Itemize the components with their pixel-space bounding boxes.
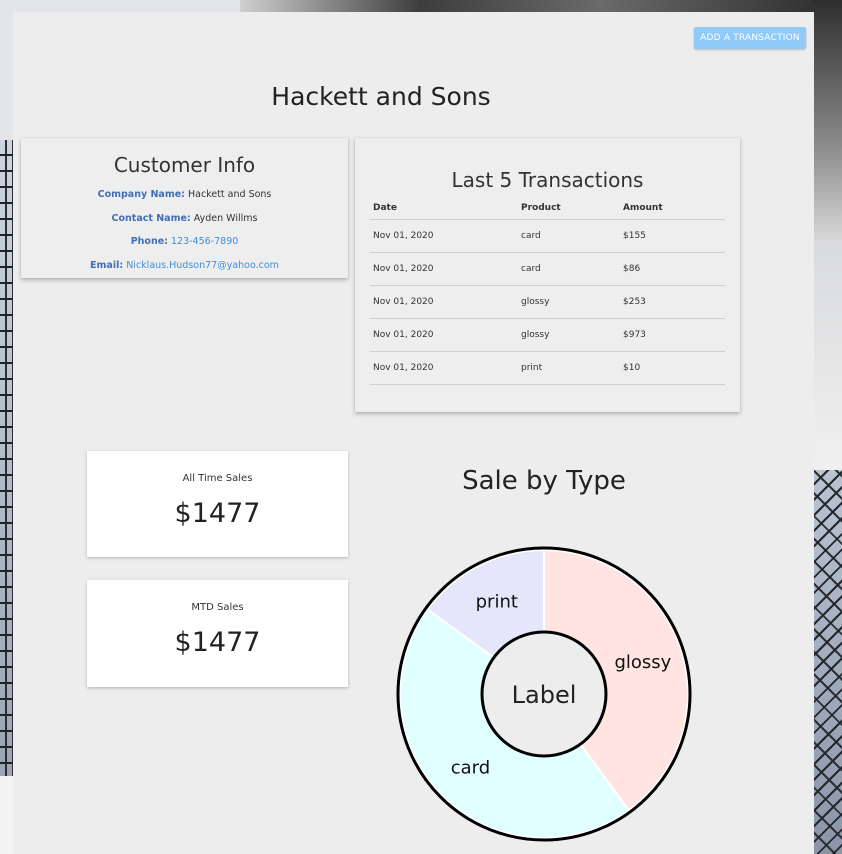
cell-product: glossy xyxy=(518,318,620,352)
email-label: Email: xyxy=(90,259,124,271)
cell-product: card xyxy=(518,252,620,286)
column-header-product: Product xyxy=(518,203,620,220)
mtd-sales-title: MTD Sales xyxy=(191,602,244,613)
email-row: Email: Nicklaus.Hudson77@yahoo.com xyxy=(21,254,348,278)
bg-building-left xyxy=(0,140,14,776)
transactions-heading: Last 5 Transactions xyxy=(451,168,644,192)
cell-amount: $253 xyxy=(620,285,725,319)
table-row: Nov 01, 2020 card $155 xyxy=(370,219,725,253)
cell-date: Nov 01, 2020 xyxy=(370,285,518,319)
slice-label-print: print xyxy=(476,591,518,612)
bg-left-bottom xyxy=(0,776,14,854)
cell-product: card xyxy=(518,219,620,253)
company-name-row: Company Name: Hackett and Sons xyxy=(21,183,348,207)
cell-product: print xyxy=(518,351,620,385)
column-header-amount: Amount xyxy=(620,203,725,220)
cell-date: Nov 01, 2020 xyxy=(370,219,518,253)
customer-info-card: Customer Info Company Name: Hackett and … xyxy=(21,138,348,278)
phone-row: Phone: 123-456-7890 xyxy=(21,230,348,254)
bg-building-right-top xyxy=(812,0,842,240)
table-row: Nov 01, 2020 glossy $973 xyxy=(370,318,725,352)
cell-date: Nov 01, 2020 xyxy=(370,318,518,352)
contact-name-row: Contact Name: Ayden Willms xyxy=(21,207,348,231)
cell-amount: $155 xyxy=(620,219,725,253)
chart-center-label: Label xyxy=(512,681,577,709)
transactions-card: Last 5 Transactions Date Product Amount … xyxy=(355,138,740,412)
all-time-sales-title: All Time Sales xyxy=(182,473,253,484)
sales-by-type-donut-chart: glossy card print Label xyxy=(396,546,692,842)
customer-info-heading: Customer Info xyxy=(113,153,256,177)
cell-date: Nov 01, 2020 xyxy=(370,351,518,385)
chart-title: Sale by Type xyxy=(462,466,626,496)
page-title: Hackett and Sons xyxy=(271,82,491,111)
mtd-sales-card: MTD Sales $1477 xyxy=(87,580,348,687)
mtd-sales-value: $1477 xyxy=(174,627,261,658)
table-row: Nov 01, 2020 print $10 xyxy=(370,351,725,385)
transactions-table: Date Product Amount Nov 01, 2020 card $1… xyxy=(370,203,725,385)
company-name-label: Company Name: xyxy=(97,189,185,200)
table-row: Nov 01, 2020 glossy $253 xyxy=(370,285,725,319)
column-header-date: Date xyxy=(370,203,518,220)
company-name-value: Hackett and Sons xyxy=(188,189,272,200)
cell-amount: $10 xyxy=(620,351,725,385)
table-header-row: Date Product Amount xyxy=(370,203,725,220)
add-transaction-button[interactable]: ADD A TRANSACTION xyxy=(694,27,806,49)
cell-amount: $86 xyxy=(620,252,725,286)
slice-label-card: card xyxy=(451,758,490,779)
bg-sky-right xyxy=(812,240,842,470)
contact-name-value: Ayden Willms xyxy=(193,212,258,224)
table-row: Nov 01, 2020 card $86 xyxy=(370,252,725,286)
bg-building-right-bottom xyxy=(814,470,842,854)
cell-date: Nov 01, 2020 xyxy=(370,252,518,286)
phone-link[interactable]: 123-456-7890 xyxy=(171,236,238,247)
cell-amount: $973 xyxy=(620,318,725,352)
email-link[interactable]: Nicklaus.Hudson77@yahoo.com xyxy=(126,260,279,271)
all-time-sales-value: $1477 xyxy=(174,498,261,529)
cell-product: glossy xyxy=(518,285,620,319)
contact-name-label: Contact Name: xyxy=(111,212,191,224)
phone-label: Phone: xyxy=(130,236,168,247)
all-time-sales-card: All Time Sales $1477 xyxy=(87,451,348,557)
slice-label-glossy: glossy xyxy=(614,652,671,673)
